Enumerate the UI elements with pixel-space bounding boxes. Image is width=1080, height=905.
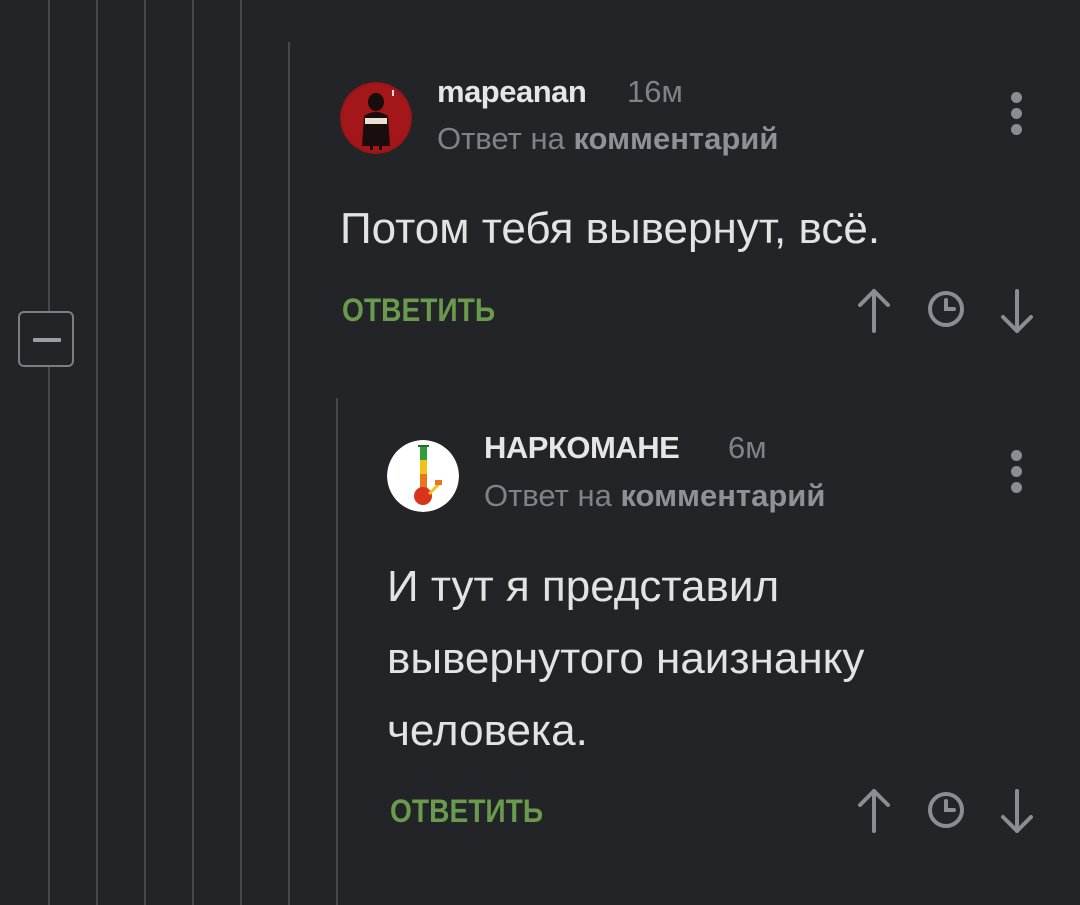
reply-to-line: Ответ на комментарий [484,478,825,514]
arrow-up-icon[interactable] [856,287,892,335]
more-vertical-icon[interactable] [1009,450,1023,494]
arrow-up-icon[interactable] [856,787,892,835]
comment-body: Потом тебя вывернут, всё. [340,193,880,265]
avatar[interactable] [340,82,412,154]
author-name[interactable]: НАРКОМАНЕ [484,430,680,466]
avatar[interactable] [387,440,459,512]
more-vertical-icon[interactable] [1009,92,1023,136]
clock-icon[interactable] [926,790,966,830]
comment-body-line: И тут я представил [387,562,780,611]
reply-target-link[interactable]: комментарий [573,121,778,156]
collapse-thread-button[interactable] [18,311,74,367]
minus-square-icon [33,338,61,342]
comment-body: И тут я представил вывернутого наизнанку… [387,551,864,767]
thread-line [336,398,338,905]
comment-body-line: Потом тебя вывернут, всё. [340,204,881,253]
comment-time: 6м [728,430,767,465]
arrow-down-icon[interactable] [999,287,1035,335]
comment-body-line: человека. [387,706,588,755]
reply-button[interactable]: ОТВЕТИТЬ [342,292,495,329]
comment-body-line: вывернутого наизнанку [387,634,865,683]
thread-line [240,0,242,905]
reply-prefix: Ответ на [437,121,565,156]
comment-time: 16м [627,74,683,109]
author-name[interactable]: mapeanan [437,74,587,110]
thread-line [144,0,146,905]
thread-line [288,42,290,905]
thread-line [48,0,50,905]
reply-prefix: Ответ на [484,478,612,513]
reply-target-link[interactable]: комментарий [620,478,825,513]
thread-line [192,0,194,905]
arrow-down-icon[interactable] [999,787,1035,835]
clock-icon[interactable] [926,289,966,329]
reply-to-line: Ответ на комментарий [437,121,778,157]
reply-button[interactable]: ОТВЕТИТЬ [390,793,543,830]
thread-line [96,0,98,905]
